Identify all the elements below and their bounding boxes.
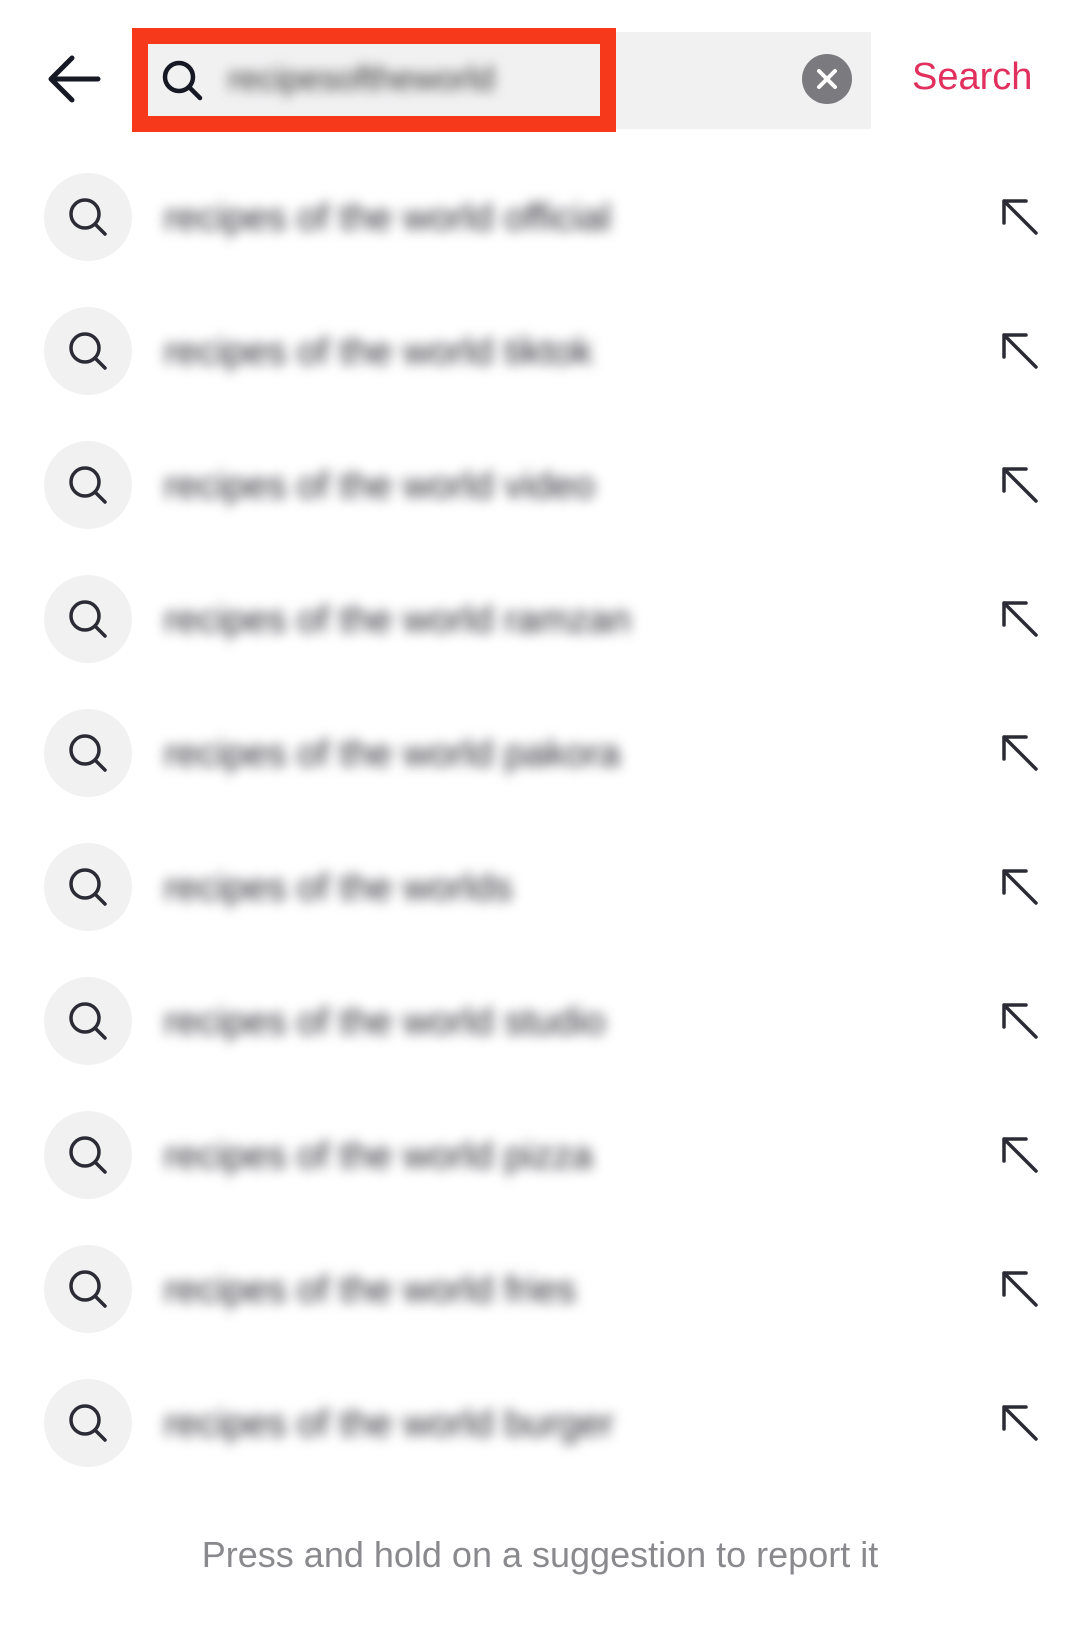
suggestion-search-icon-bg: [44, 1245, 132, 1333]
search-icon: [69, 1136, 107, 1174]
search-icon: [69, 734, 107, 772]
search-icon: [69, 868, 107, 906]
suggestion-text: recipes of the world fries: [164, 1269, 576, 1311]
suggestion-item[interactable]: recipes of the world ramzan: [0, 559, 1080, 679]
arrow-up-left-icon[interactable]: [998, 999, 1042, 1043]
suggestion-item[interactable]: recipes of the world fries: [0, 1229, 1080, 1349]
suggestion-item[interactable]: recipes of the world studio: [0, 961, 1080, 1081]
close-icon: [817, 69, 837, 89]
suggestion-item[interactable]: recipes of the world pakora: [0, 693, 1080, 813]
suggestion-item[interactable]: recipes of the world tiktok: [0, 291, 1080, 411]
arrow-left-icon: [48, 55, 101, 103]
clear-button[interactable]: [802, 54, 852, 104]
search-icon: [69, 466, 107, 504]
suggestion-search-icon-bg: [44, 307, 132, 395]
suggestion-search-icon-bg: [44, 843, 132, 931]
highlight-box: [132, 28, 616, 132]
suggestion-search-icon-bg: [44, 977, 132, 1065]
search-icon: [69, 600, 107, 638]
suggestion-text: recipes of the world burger: [164, 1403, 614, 1445]
suggestion-text: recipes of the world studio: [164, 1001, 606, 1043]
search-icon: [69, 332, 107, 370]
search-icon: [69, 198, 107, 236]
suggestion-item[interactable]: recipes of the world burger: [0, 1363, 1080, 1483]
search-icon: [69, 1270, 107, 1308]
arrow-up-left-icon[interactable]: [998, 731, 1042, 775]
arrow-up-left-icon[interactable]: [998, 195, 1042, 239]
search-icon: [69, 1404, 107, 1442]
suggestion-text: recipes of the world official: [164, 197, 612, 239]
arrow-up-left-icon[interactable]: [998, 329, 1042, 373]
suggestion-search-icon-bg: [44, 441, 132, 529]
suggestion-search-icon-bg: [44, 173, 132, 261]
suggestion-search-icon-bg: [44, 1379, 132, 1467]
search-icon: [69, 1002, 107, 1040]
suggestion-text: recipes of the world tiktok: [164, 331, 593, 373]
report-hint: Press and hold on a suggestion to report…: [201, 1534, 879, 1575]
arrow-up-left-icon[interactable]: [998, 597, 1042, 641]
search-button[interactable]: Search: [912, 56, 1032, 99]
suggestion-text: recipes of the world video: [164, 465, 595, 507]
arrow-up-left-icon[interactable]: [998, 1401, 1042, 1445]
suggestion-text: recipes of the world pizza: [164, 1135, 593, 1177]
suggestion-text: recipes of the world ramzan: [164, 599, 631, 641]
arrow-up-left-icon[interactable]: [998, 463, 1042, 507]
suggestion-search-icon-bg: [44, 575, 132, 663]
suggestion-search-icon-bg: [44, 709, 132, 797]
suggestion-text: recipes of the worlds: [164, 867, 513, 909]
suggestion-item[interactable]: recipes of the world pizza: [0, 1095, 1080, 1215]
arrow-up-left-icon[interactable]: [998, 1133, 1042, 1177]
suggestion-search-icon-bg: [44, 1111, 132, 1199]
arrow-up-left-icon[interactable]: [998, 1267, 1042, 1311]
back-button[interactable]: [46, 54, 102, 104]
arrow-up-left-icon[interactable]: [998, 865, 1042, 909]
suggestion-item[interactable]: recipes of the world video: [0, 425, 1080, 545]
suggestion-text: recipes of the world pakora: [164, 733, 621, 775]
suggestion-item[interactable]: recipes of the worlds: [0, 827, 1080, 947]
suggestion-item[interactable]: recipes of the world official: [0, 157, 1080, 277]
